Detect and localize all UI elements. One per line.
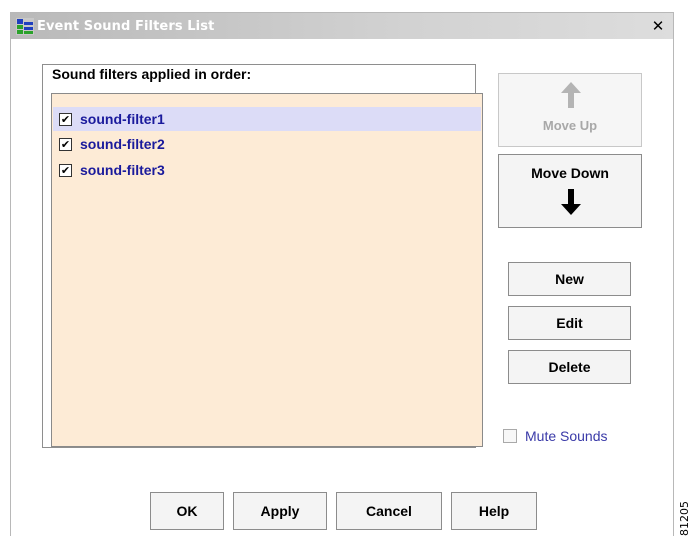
- filter-label: sound-filter2: [80, 136, 165, 152]
- list-item[interactable]: ✔ sound-filter3: [53, 158, 481, 182]
- title-bar[interactable]: Event Sound Filters List ✕: [11, 13, 673, 39]
- edit-button[interactable]: Edit: [508, 306, 631, 340]
- cancel-button[interactable]: Cancel: [336, 492, 442, 530]
- group-label: Sound filters applied in order:: [49, 66, 255, 82]
- filter-label: sound-filter3: [80, 162, 165, 178]
- move-down-label: Move Down: [531, 165, 609, 181]
- filter-checkbox[interactable]: ✔: [59, 163, 72, 177]
- move-down-button[interactable]: Move Down: [498, 154, 642, 228]
- event-filter-app-icon: [16, 18, 34, 35]
- filter-checkbox[interactable]: ✔: [59, 112, 72, 126]
- delete-button[interactable]: Delete: [508, 350, 631, 384]
- arrow-down-icon: [561, 189, 581, 215]
- mute-sounds-option[interactable]: Mute Sounds: [503, 428, 608, 444]
- move-up-button[interactable]: Move Up: [498, 73, 642, 147]
- move-up-label: Move Up: [542, 118, 598, 133]
- filter-checkbox[interactable]: ✔: [59, 137, 72, 151]
- mute-sounds-checkbox[interactable]: [503, 429, 517, 443]
- mute-sounds-label: Mute Sounds: [525, 428, 608, 444]
- help-button[interactable]: Help: [451, 492, 537, 530]
- new-button[interactable]: New: [508, 262, 631, 296]
- list-item[interactable]: ✔ sound-filter1: [53, 107, 481, 131]
- arrow-up-icon: [561, 82, 581, 108]
- apply-button[interactable]: Apply: [233, 492, 327, 530]
- filter-label: sound-filter1: [80, 111, 165, 127]
- window-title: Event Sound Filters List: [37, 19, 215, 34]
- list-item[interactable]: ✔ sound-filter2: [53, 132, 481, 156]
- close-icon[interactable]: ✕: [649, 17, 667, 35]
- figure-id: 81205: [678, 501, 688, 536]
- ok-button[interactable]: OK: [150, 492, 224, 530]
- sound-filter-list[interactable]: ✔ sound-filter1 ✔ sound-filter2 ✔ sound-…: [51, 93, 483, 447]
